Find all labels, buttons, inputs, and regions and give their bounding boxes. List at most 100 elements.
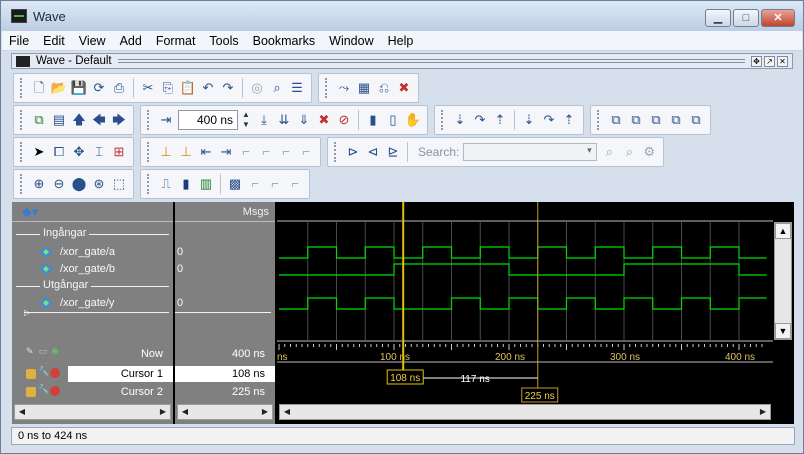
step-out-alt-icon[interactable]: ⇡ bbox=[561, 112, 577, 128]
lock-icon[interactable] bbox=[26, 369, 36, 379]
values-hscrollbar[interactable]: ◀ ▶ bbox=[177, 404, 273, 420]
dataflow-icon[interactable]: ⎌ bbox=[376, 80, 392, 96]
signal-row-a[interactable]: /xor_gate/a bbox=[12, 244, 173, 261]
close-button[interactable]: ✕ bbox=[761, 9, 795, 27]
zoom-cursor-icon[interactable]: ⊛ bbox=[91, 176, 107, 192]
wave-step-1-icon[interactable]: ⌐ bbox=[247, 176, 263, 192]
step-over-alt-icon[interactable]: ↷ bbox=[541, 112, 557, 128]
break-sim-icon[interactable]: ✖ bbox=[316, 112, 332, 128]
names-hscrollbar[interactable]: ◀ ▶ bbox=[14, 404, 171, 420]
step-into-icon[interactable]: ⇣ bbox=[452, 112, 468, 128]
layout-5-icon[interactable]: ⧉ bbox=[688, 112, 704, 128]
wave-subwindow-title[interactable]: Wave - Default ✥ ↗ ✕ bbox=[11, 53, 793, 69]
expand-all-icon[interactable]: ⊵ bbox=[385, 144, 401, 160]
expand-icon[interactable]: ⊳ bbox=[345, 144, 361, 160]
zoom-in-icon[interactable]: ⊕ bbox=[31, 176, 47, 192]
lock-icon[interactable] bbox=[26, 387, 36, 397]
edit-icon[interactable]: ✎ bbox=[26, 346, 36, 356]
back-arrow-icon[interactable]: 🡄 bbox=[91, 112, 107, 128]
signal-type-icon[interactable]: ◆▾ bbox=[22, 204, 39, 220]
wrench-icon[interactable]: 🔧 bbox=[38, 384, 49, 394]
undo-icon[interactable]: ↶ bbox=[200, 80, 216, 96]
scroll-left-icon[interactable]: ◀ bbox=[280, 405, 294, 419]
minimize-button[interactable]: ▁ bbox=[705, 9, 731, 27]
help-disc-icon[interactable]: ◎ bbox=[249, 80, 265, 96]
zoom-mode-icon[interactable]: ⧠ bbox=[51, 144, 67, 160]
open-folder-icon[interactable]: 📂 bbox=[51, 80, 67, 96]
break-icon[interactable]: ⤳ bbox=[336, 80, 352, 96]
scroll-left-icon[interactable]: ◀ bbox=[15, 405, 29, 419]
run-length-input[interactable] bbox=[178, 110, 238, 130]
contract-icon[interactable]: ⊲ bbox=[365, 144, 381, 160]
scroll-up-icon[interactable]: ▲ bbox=[775, 223, 791, 239]
stimulus-icon[interactable]: ⊞ bbox=[111, 144, 127, 160]
zoom-full-icon[interactable]: ⬤ bbox=[71, 176, 87, 192]
search-dropdown-icon[interactable]: ▾ bbox=[583, 145, 595, 159]
layout-4-icon[interactable]: ⧉ bbox=[668, 112, 684, 128]
signal-row-y[interactable]: /xor_gate/y bbox=[12, 295, 173, 312]
up-arrow-icon[interactable]: 🡅 bbox=[71, 112, 87, 128]
layout-1-icon[interactable]: ⧉ bbox=[608, 112, 624, 128]
search-input[interactable]: ▾ bbox=[463, 143, 598, 161]
run-length-icon[interactable]: ⇥ bbox=[158, 112, 174, 128]
wrench-icon[interactable]: 🔧 bbox=[38, 366, 49, 376]
menu-tools[interactable]: Tools bbox=[202, 34, 245, 48]
next-edge-icon[interactable]: ⇥ bbox=[218, 144, 234, 160]
insert-cursor-icon[interactable]: ⊥ bbox=[158, 144, 174, 160]
wave-step-2-icon[interactable]: ⌐ bbox=[267, 176, 283, 192]
layout-2-icon[interactable]: ⧉ bbox=[628, 112, 644, 128]
undock-icon[interactable]: ↗ bbox=[764, 55, 775, 67]
step-over-icon[interactable]: ↷ bbox=[472, 112, 488, 128]
remove-cursor-icon[interactable] bbox=[50, 386, 60, 396]
step-out-icon[interactable]: ⇡ bbox=[492, 112, 508, 128]
memory-profile-icon[interactable]: ▯ bbox=[385, 112, 401, 128]
save-icon[interactable]: 💾 bbox=[71, 80, 87, 96]
find-edge-icon[interactable]: ⌐ bbox=[278, 144, 294, 160]
menu-add[interactable]: Add bbox=[113, 34, 149, 48]
cursor1-label[interactable]: Cursor 1 bbox=[68, 366, 173, 382]
wave-grid-icon[interactable]: ▩ bbox=[227, 176, 243, 192]
wave-step-3-icon[interactable]: ⌐ bbox=[287, 176, 303, 192]
redo-icon[interactable]: ↷ bbox=[220, 80, 236, 96]
prev-transition-icon[interactable]: ⌐ bbox=[238, 144, 254, 160]
cursor1-value[interactable]: 108 ns bbox=[175, 366, 275, 382]
wave-line-icon[interactable]: ⎍ bbox=[158, 176, 174, 192]
scroll-down-icon[interactable]: ▼ bbox=[775, 323, 791, 339]
memory-icon[interactable]: ▦ bbox=[356, 80, 372, 96]
format-icon[interactable]: ☰ bbox=[289, 80, 305, 96]
signal-row-b[interactable]: /xor_gate/b bbox=[12, 261, 173, 278]
menu-bookmarks[interactable]: Bookmarks bbox=[246, 34, 323, 48]
scroll-right-icon[interactable]: ▶ bbox=[756, 405, 770, 419]
performance-icon[interactable]: ▮ bbox=[365, 112, 381, 128]
prev-edge-icon[interactable]: ⇤ bbox=[198, 144, 214, 160]
title-bar[interactable]: Wave ▁ □ ✕ bbox=[1, 1, 803, 31]
select-pointer-icon[interactable]: ➤ bbox=[31, 144, 47, 160]
pan-mode-icon[interactable]: ✥ bbox=[71, 144, 87, 160]
menu-window[interactable]: Window bbox=[322, 34, 380, 48]
find-binoculars-icon[interactable]: ⌕ bbox=[269, 80, 285, 96]
cursor2-label[interactable]: Cursor 2 bbox=[68, 384, 173, 400]
cut-icon[interactable]: ✂ bbox=[140, 80, 156, 96]
layout-3-icon[interactable]: ⧉ bbox=[648, 112, 664, 128]
menu-file[interactable]: File bbox=[2, 34, 36, 48]
forward-arrow-icon[interactable]: 🡆 bbox=[111, 112, 127, 128]
search-prev-icon[interactable]: ⌕ bbox=[601, 144, 617, 160]
run-length-spinner[interactable]: ▲ ▼ bbox=[242, 110, 252, 130]
delete-icon[interactable]: ✖ bbox=[396, 80, 412, 96]
continue-icon[interactable]: ⇊ bbox=[276, 112, 292, 128]
zoom-out-icon[interactable]: ⊖ bbox=[51, 176, 67, 192]
cursor2-value[interactable]: 225 ns bbox=[175, 384, 275, 400]
scroll-left-icon[interactable]: ◀ bbox=[178, 405, 192, 419]
edit-mode-icon[interactable]: ⌶ bbox=[91, 144, 107, 160]
reload-icon[interactable]: ⟳ bbox=[91, 80, 107, 96]
paste-icon[interactable]: 📋 bbox=[180, 80, 196, 96]
scroll-right-icon[interactable]: ▶ bbox=[258, 405, 272, 419]
hand-icon[interactable]: ✋ bbox=[405, 112, 421, 128]
run-icon[interactable]: ⤓ bbox=[256, 112, 272, 128]
dock-icon[interactable]: ✥ bbox=[751, 55, 762, 67]
wave-fill-icon[interactable]: ▥ bbox=[198, 176, 214, 192]
monitor-icon[interactable]: ▭ bbox=[38, 346, 48, 356]
search-options-icon[interactable]: ⚙ bbox=[641, 144, 657, 160]
print-icon[interactable]: ⎙ bbox=[111, 80, 127, 96]
search-next-icon[interactable]: ⌕ bbox=[621, 144, 637, 160]
